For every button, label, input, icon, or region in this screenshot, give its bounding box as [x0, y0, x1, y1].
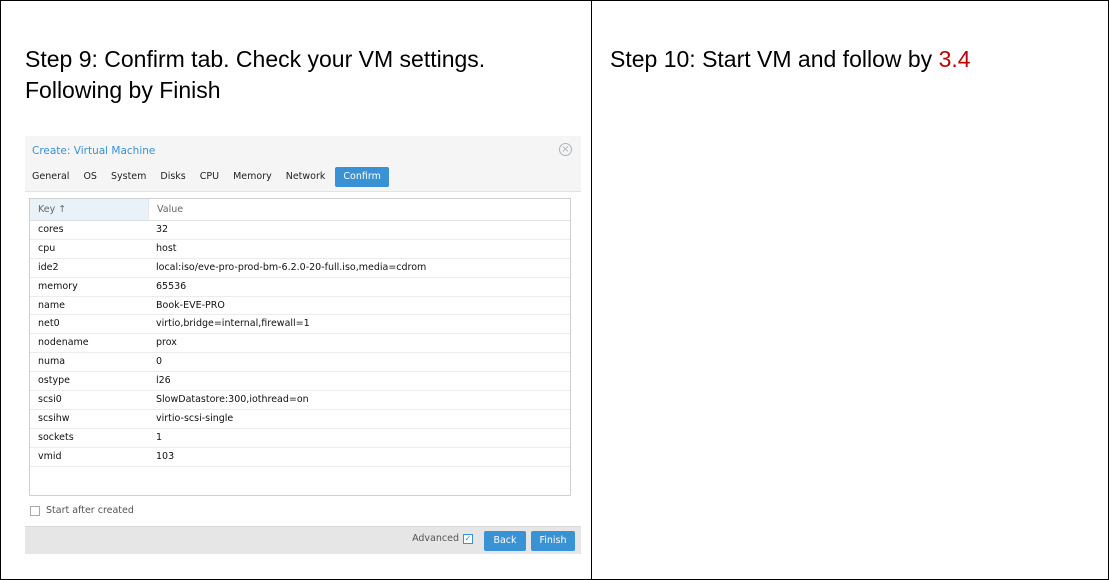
row-key: sockets	[38, 431, 74, 443]
row-value: SlowDatastore:300,iothread=on	[156, 394, 309, 406]
step-10-text: Step 10: Start VM and follow by 3.4	[610, 44, 1080, 75]
table-row[interactable]: ostype l26	[30, 372, 570, 392]
tab-cpu[interactable]: CPU	[193, 167, 226, 187]
tab-system[interactable]: System	[104, 167, 153, 187]
back-button[interactable]: Back	[484, 531, 526, 551]
row-value: virtio,bridge=internal,firewall=1	[156, 318, 310, 330]
table-row[interactable]: memory 65536	[30, 278, 570, 297]
row-key: net0	[38, 318, 60, 330]
step-10-label: Step 10: Start VM and follow by	[610, 46, 939, 72]
row-key: cores	[38, 224, 64, 235]
row-value: 65536	[156, 280, 187, 292]
start-after-created-option[interactable]: Start after created	[30, 505, 134, 516]
row-key: nodename	[38, 337, 89, 349]
grid-rows: cores 32 cpu host ide2 local:iso/eve-pro-prod…	[30, 221, 570, 467]
table-row[interactable]: name Book-EVE-PRO	[30, 297, 570, 316]
table-row[interactable]: cpu host	[30, 240, 570, 259]
advanced-label: Advanced	[412, 533, 459, 544]
row-key: cpu	[38, 242, 56, 254]
advanced-option[interactable]: Advanced ✓	[412, 533, 473, 544]
value-column-header[interactable]: Value	[148, 199, 570, 220]
row-value: l26	[156, 375, 171, 387]
table-row[interactable]: nodename prox	[30, 334, 570, 354]
tab-memory[interactable]: Memory	[226, 167, 279, 187]
table-row[interactable]: vmid 103	[30, 448, 570, 467]
section-reference-link[interactable]: 3.4	[939, 46, 971, 72]
row-key: name	[38, 299, 65, 311]
step-9-text: Step 9: Confirm tab. Check your VM setti…	[25, 46, 486, 103]
instruction-table: Step 9: Confirm tab. Check your VM setti…	[0, 0, 1109, 580]
tab-network[interactable]: Network	[279, 167, 333, 187]
row-value: host	[156, 242, 177, 254]
step-9-cell: Step 9: Confirm tab. Check your VM setti…	[1, 1, 592, 579]
settings-grid: Key ↑ Value cores 32 cpu host ide2 local:iso/…	[29, 198, 571, 496]
create-vm-dialog-screenshot: Create: Virtual Machine × General OS Sys…	[25, 136, 581, 554]
row-key: ostype	[38, 375, 70, 387]
row-value: 103	[156, 450, 175, 462]
key-column-header[interactable]: Key ↑	[30, 199, 148, 220]
dialog-title: Create: Virtual Machine	[32, 145, 156, 157]
wizard-tabs: General OS System Disks CPU Memory Netwo…	[25, 167, 389, 187]
close-icon[interactable]: ×	[559, 143, 572, 156]
row-value: 0	[156, 356, 163, 368]
advanced-checkbox[interactable]: ✓	[463, 533, 473, 544]
table-row[interactable]: cores 32	[30, 221, 570, 240]
tab-confirm[interactable]: Confirm	[335, 167, 389, 187]
table-row[interactable]: net0 virtio,bridge=internal,firewall=1	[30, 315, 570, 335]
table-row[interactable]: numa 0	[30, 353, 570, 373]
table-row[interactable]: scsihw virtio-scsi-single	[30, 410, 570, 429]
tab-general[interactable]: General	[25, 167, 76, 187]
row-key: numa	[38, 356, 66, 368]
step-10-cell: Step 10: Start VM and follow by 3.4	[592, 1, 1108, 579]
tab-disks[interactable]: Disks	[153, 167, 192, 187]
row-value: local:iso/eve-pro-prod-bm-6.2.0-20-full.…	[156, 261, 427, 273]
dialog-header: Create: Virtual Machine × General OS Sys…	[25, 136, 581, 192]
row-value: 1	[156, 431, 163, 443]
grid-header: Key ↑ Value	[30, 199, 570, 221]
table-row[interactable]: sockets 1	[30, 429, 570, 448]
table-row[interactable]: scsi0 SlowDatastore:300,iothread=on	[30, 391, 570, 410]
table-row[interactable]: ide2 local:iso/eve-pro-prod-bm-6.2.0-20-f…	[30, 259, 570, 278]
row-key: memory	[38, 280, 78, 292]
row-key: ide2	[38, 261, 59, 273]
finish-button[interactable]: Finish	[531, 531, 575, 551]
start-after-created-checkbox[interactable]	[30, 505, 40, 516]
start-after-created-label: Start after created	[46, 505, 134, 516]
tab-os[interactable]: OS	[76, 167, 104, 187]
row-value: prox	[156, 337, 177, 349]
dialog-footer: Advanced ✓ Back Finish	[25, 526, 581, 554]
row-key: scsi0	[38, 394, 62, 406]
row-value: Book-EVE-PRO	[156, 299, 225, 311]
row-key: vmid	[38, 450, 62, 462]
row-key: scsihw	[38, 412, 70, 424]
row-value: virtio-scsi-single	[156, 412, 234, 424]
row-value: 32	[156, 224, 169, 235]
